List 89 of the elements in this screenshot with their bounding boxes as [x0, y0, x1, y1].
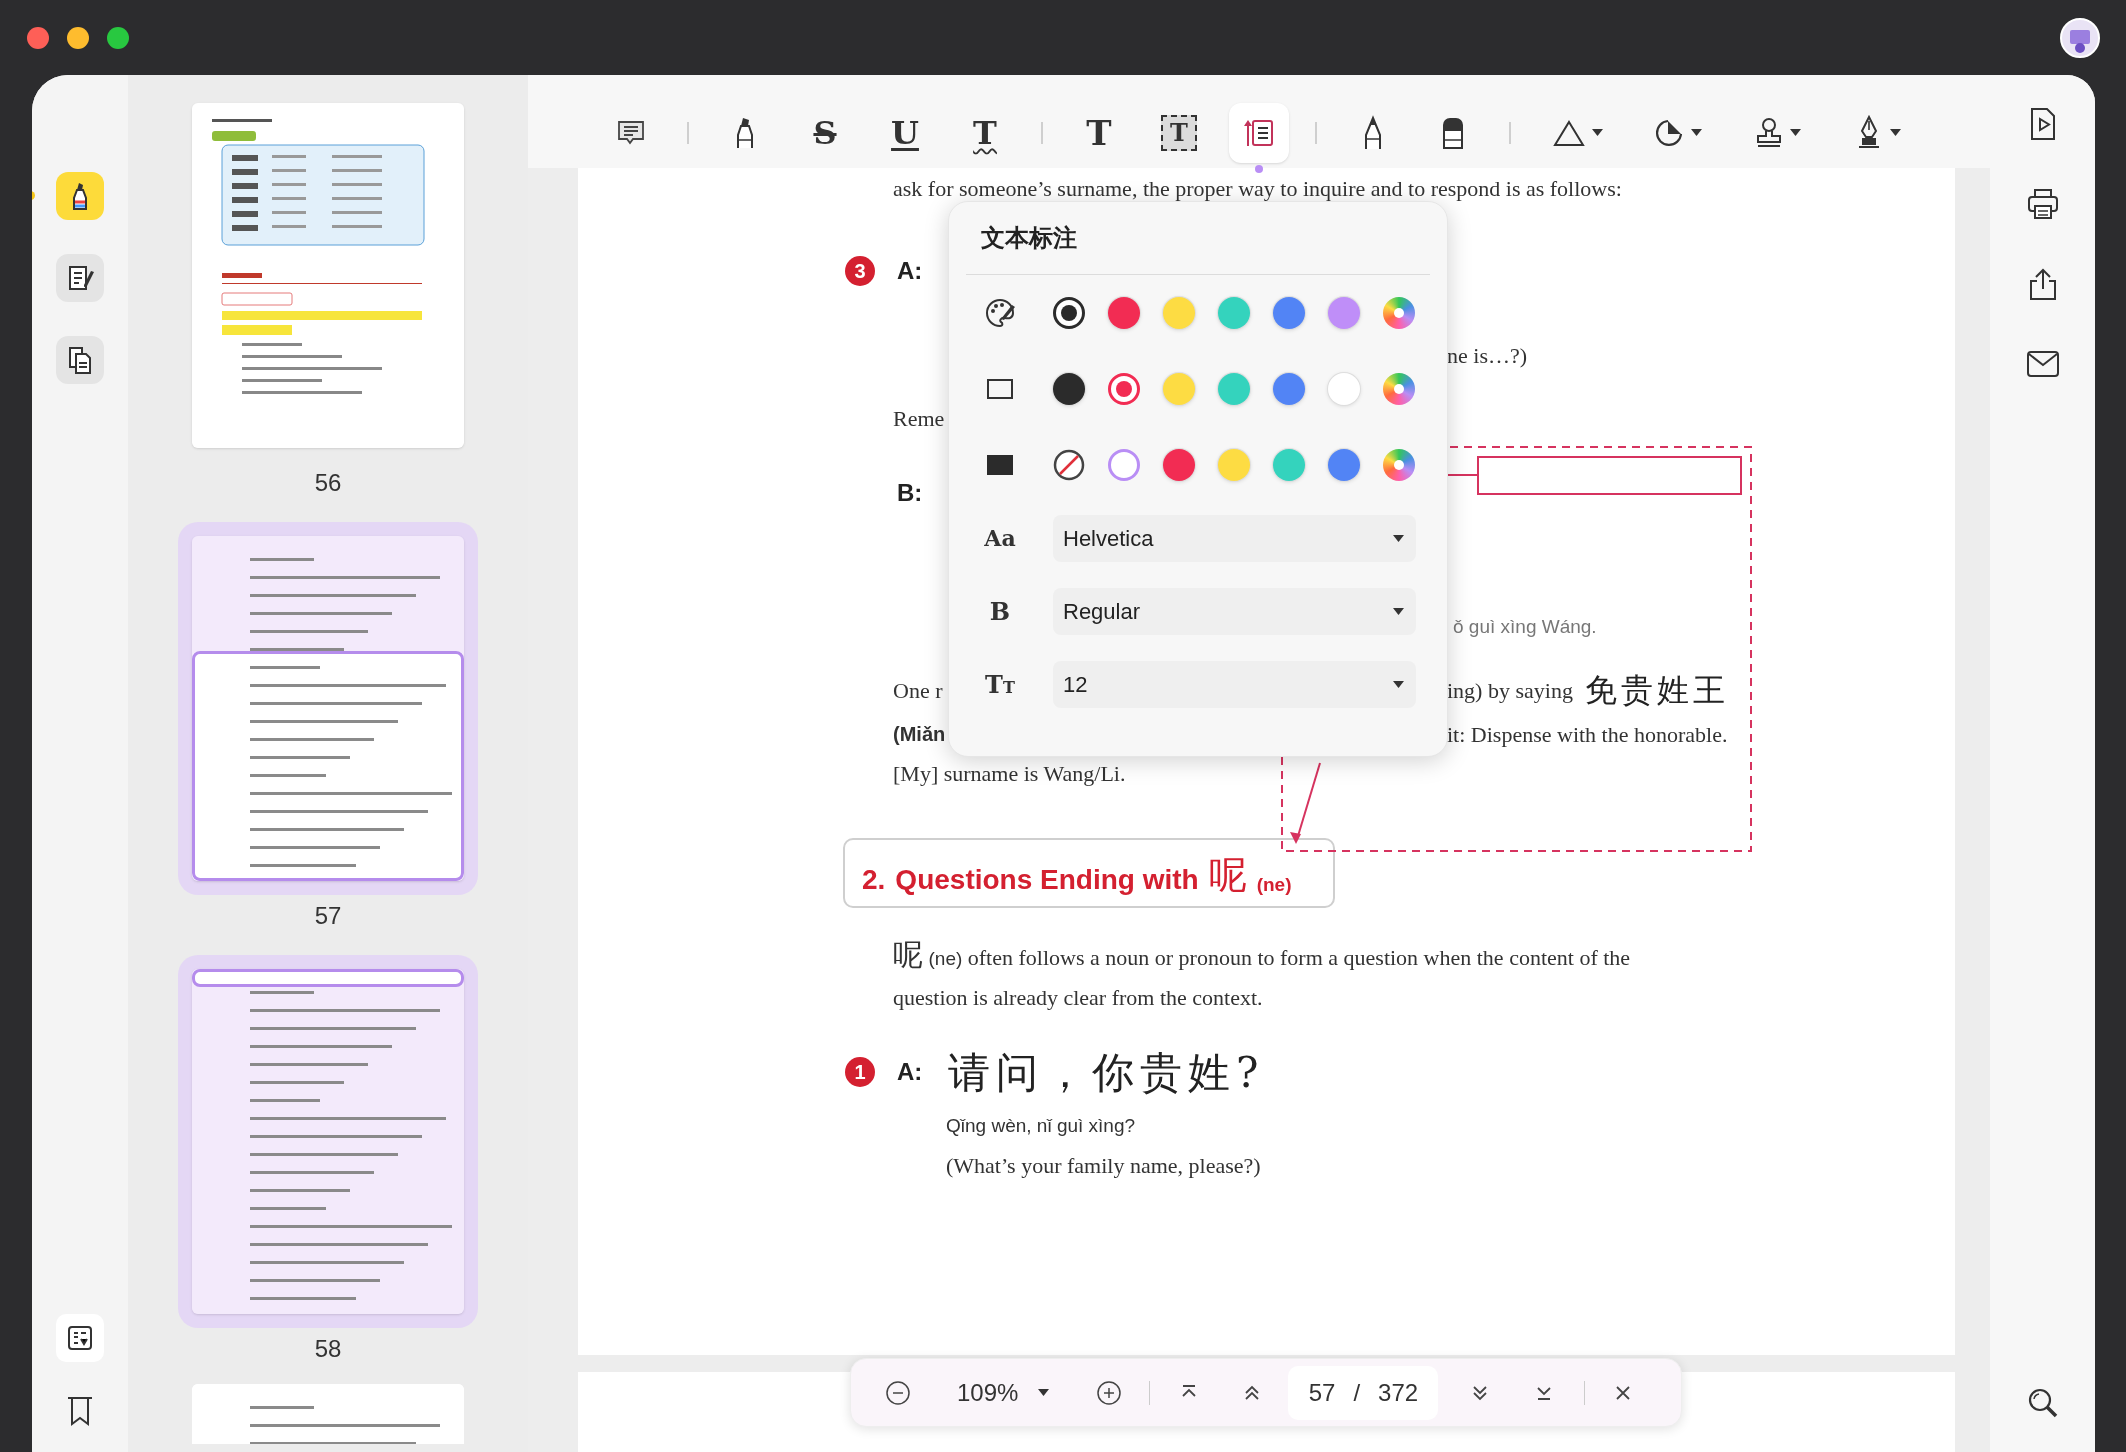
form-icon	[66, 1324, 94, 1352]
color-swatch[interactable]	[1163, 449, 1195, 481]
mail-icon[interactable]	[2025, 350, 2060, 378]
color-swatch[interactable]	[1108, 373, 1140, 405]
print-icon[interactable]	[2025, 187, 2060, 221]
page-number-field[interactable]: 57 / 372	[1288, 1365, 1439, 1420]
color-swatch[interactable]	[1328, 449, 1360, 481]
form-button[interactable]	[56, 1314, 104, 1362]
page-thumbnail[interactable]	[192, 969, 464, 1314]
caret-icon	[1690, 129, 1702, 136]
body-text: Reme	[893, 405, 945, 431]
highlight-mode-button[interactable]	[56, 172, 104, 220]
caret-icon	[1889, 129, 1901, 136]
number-badge: 1	[845, 1057, 875, 1087]
color-swatch[interactable]	[1218, 297, 1250, 329]
color-swatch[interactable]	[1163, 297, 1195, 329]
body-text: ne is…?)	[1447, 341, 1528, 370]
color-swatch[interactable]	[1218, 373, 1250, 405]
color-swatch[interactable]	[1328, 297, 1360, 329]
zoom-in-icon[interactable]	[1095, 1378, 1124, 1407]
paragraph: 呢 (ne) often follows a noun or pronoun to form a question when the content of the question is already clear from the context.	[893, 936, 1632, 1012]
font-family-icon: Aa	[984, 522, 1016, 555]
squiggly-underline-tool[interactable]: T	[955, 102, 1015, 163]
color-swatch[interactable]	[1218, 449, 1250, 481]
color-picker-swatch[interactable]	[1383, 449, 1415, 481]
text-box-tool[interactable]: T	[1149, 102, 1209, 163]
page-number: 56	[314, 468, 342, 498]
filled-rectangle-icon	[987, 455, 1013, 475]
page-number: 57	[314, 901, 342, 931]
color-swatch[interactable]	[1328, 373, 1360, 405]
avatar-icon[interactable]	[2060, 17, 2100, 58]
speaker-label: A:	[897, 1057, 924, 1087]
color-swatch[interactable]	[1108, 297, 1140, 329]
caret-icon	[1393, 535, 1404, 542]
underline-tool[interactable]: U	[875, 102, 935, 163]
body-text: (What’s your family name, please?)	[946, 1153, 1261, 1179]
color-swatch[interactable]	[1273, 297, 1305, 329]
font-weight-icon: B	[989, 593, 1011, 630]
edit-mode-button[interactable]	[56, 254, 104, 302]
no-color-swatch[interactable]	[1053, 449, 1085, 481]
panel-title: 文本标注	[981, 223, 1077, 253]
font-size-icon: TT	[985, 666, 1015, 703]
body-text: ǒ guì xìng Wáng.	[1453, 614, 1597, 639]
zoom-window-button[interactable]	[107, 26, 129, 49]
body-text: ask for someone’s surname, the proper way to inquire and to respond is as follows:	[893, 176, 1622, 202]
speaker-label: A:	[897, 256, 924, 286]
color-swatch[interactable]	[1053, 297, 1085, 329]
body-text: (Miǎn	[893, 723, 946, 745]
color-picker-swatch[interactable]	[1383, 297, 1415, 329]
bookmark-icon[interactable]	[65, 1395, 95, 1427]
caret-icon	[1393, 608, 1404, 615]
body-text: One r	[893, 677, 943, 703]
page-thumbnail[interactable]	[192, 536, 464, 881]
page-number: 58	[314, 1334, 342, 1364]
callout-arrow[interactable]	[1290, 762, 1321, 844]
chinese-text: 免贵姓王	[1584, 670, 1729, 711]
speaker-label: B:	[897, 478, 924, 508]
caret-icon	[1393, 681, 1404, 688]
color-swatch[interactable]	[1108, 449, 1140, 481]
callout-text-box[interactable]	[1477, 456, 1742, 495]
chinese-sentence: 请问，你贵姓?	[948, 1046, 1265, 1099]
body-text: ing) by saying	[1447, 676, 1573, 705]
palette-icon	[984, 297, 1016, 329]
color-swatch[interactable]	[1273, 373, 1305, 405]
caret-icon	[1789, 129, 1801, 136]
body-text: Qǐng wèn, nǐ guì xìng?	[946, 1114, 1136, 1138]
rectangle-outline-icon	[987, 379, 1013, 399]
color-swatch[interactable]	[1163, 373, 1195, 405]
color-swatch[interactable]	[1053, 373, 1085, 405]
caret-icon	[1038, 1389, 1050, 1396]
dropdown[interactable]: 12	[1053, 661, 1416, 708]
text-tool[interactable]: T	[1069, 102, 1129, 163]
caret-icon	[1591, 129, 1603, 136]
number-badge: 3	[845, 256, 875, 286]
leader-line	[1446, 474, 1479, 476]
zoom-level[interactable]: 109%	[957, 1374, 1019, 1411]
zoom-out-icon[interactable]	[884, 1378, 912, 1407]
pages-mode-button[interactable]	[56, 336, 104, 384]
strikethrough-tool[interactable]: S	[795, 102, 855, 163]
close-window-button[interactable]	[27, 26, 49, 49]
body-text: it: Dispense with the honorable.	[1447, 720, 1728, 749]
body-text: [My] surname is Wang/Li.	[893, 760, 1126, 786]
dropdown[interactable]: Regular	[1053, 588, 1416, 635]
color-picker-swatch[interactable]	[1383, 373, 1415, 405]
page-thumbnail[interactable]	[192, 103, 464, 448]
color-swatch[interactable]	[1273, 449, 1305, 481]
minimize-window-button[interactable]	[67, 26, 89, 49]
section-heading: 2. Questions Ending with 呢 (ne)	[843, 838, 1335, 908]
dropdown[interactable]: Helvetica	[1053, 515, 1416, 562]
